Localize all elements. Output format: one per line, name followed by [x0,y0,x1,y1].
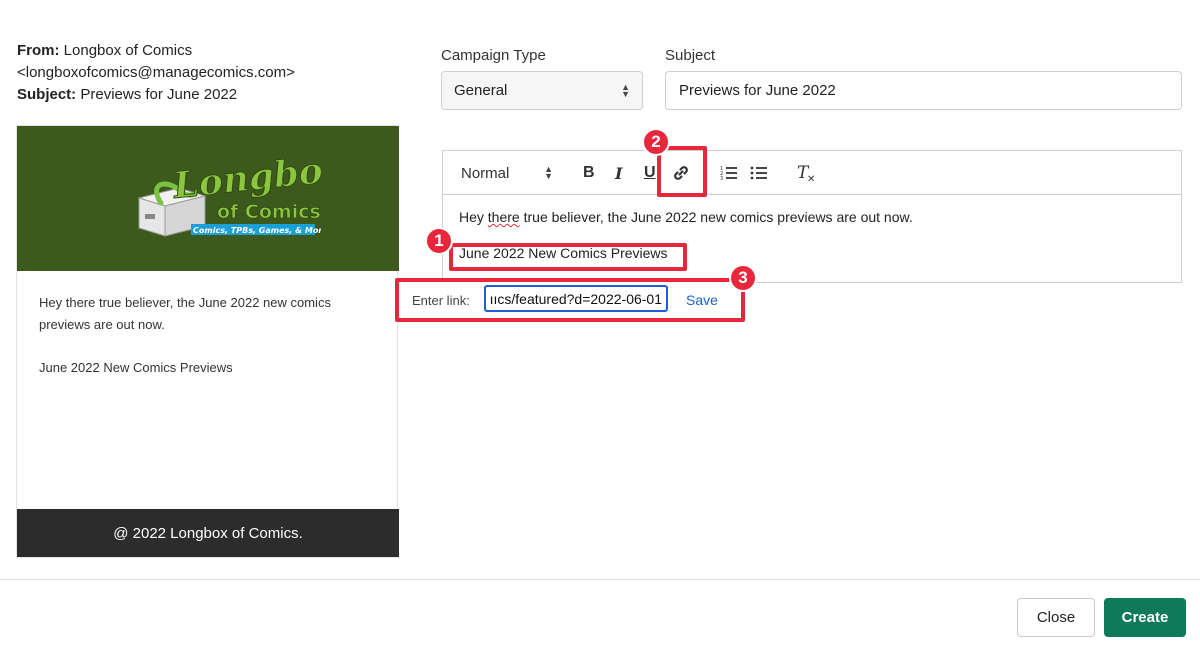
from-row: From: Longbox of Comics [17,40,397,62]
italic-button[interactable]: I [615,151,622,195]
subject-field-label: Subject [665,47,716,64]
create-button[interactable]: Create [1104,598,1186,637]
callout-badge-1: 1 [425,227,453,255]
callout-box-3 [395,278,745,322]
bullet-list-button[interactable] [750,151,768,195]
select-arrows-icon: ▲ ▼ [621,81,630,99]
campaign-type-label: Campaign Type [441,47,546,64]
ordered-list-button[interactable]: 123 [720,151,738,195]
format-select[interactable]: Normal ▲ ▼ [461,151,553,195]
clear-format-button[interactable]: T ✕ [797,151,816,195]
logo-tagline: Comics, TPBs, Games, & More [193,226,321,235]
email-header: From: Longbox of Comics <longboxofcomics… [17,40,397,106]
subject-label: Subject: [17,86,77,103]
campaign-type-select[interactable]: General ▲ ▼ [441,71,643,110]
preview-text: Hey there true believer, the June 2022 n… [39,295,331,332]
logo-subtitle: of Comics [217,201,321,223]
editor-line-1: Hey there true believer, the June 2022 n… [459,209,913,225]
preview-link-text: June 2022 New Comics Previews [39,360,233,375]
from-email: <longboxofcomics@managecomics.com> [17,64,295,81]
preview-body: Hey there true believer, the June 2022 n… [39,292,379,379]
logo-title: Longbox [170,148,321,207]
svg-text:3: 3 [720,176,723,181]
bullet-list-icon [750,166,767,180]
format-value: Normal [461,164,510,182]
close-button[interactable]: Close [1017,598,1095,637]
subject-row: Subject: Previews for June 2022 [17,84,397,106]
subject-input[interactable]: Previews for June 2022 [665,71,1182,110]
campaign-type-value: General [454,82,508,99]
from-label: From: [17,42,60,59]
misspelled-word: there [487,209,520,225]
preview-footer: @ 2022 Longbox of Comics. [17,509,399,557]
longbox-logo: Longbox of Comics Comics, TPBs, Games, &… [137,148,321,237]
email-preview: Longbox of Comics Comics, TPBs, Games, &… [16,125,399,558]
bold-button[interactable]: B [583,151,595,195]
from-value: Longbox of Comics [63,42,193,59]
underline-button[interactable]: U [644,151,656,195]
editor-toolbar: Normal ▲ ▼ B I U 123 T ✕ [443,151,1181,195]
callout-badge-2: 2 [642,128,670,156]
preview-banner: Longbox of Comics Comics, TPBs, Games, &… [17,126,399,271]
callout-box-1 [449,243,687,271]
clear-format-icon: T ✕ [797,163,816,185]
footer-divider [0,579,1200,580]
subject-value: Previews for June 2022 [80,86,238,103]
callout-badge-3: 3 [729,264,757,292]
ordered-list-icon: 123 [720,166,737,181]
format-arrows-icon: ▲ ▼ [544,164,553,181]
callout-box-2 [657,146,707,197]
